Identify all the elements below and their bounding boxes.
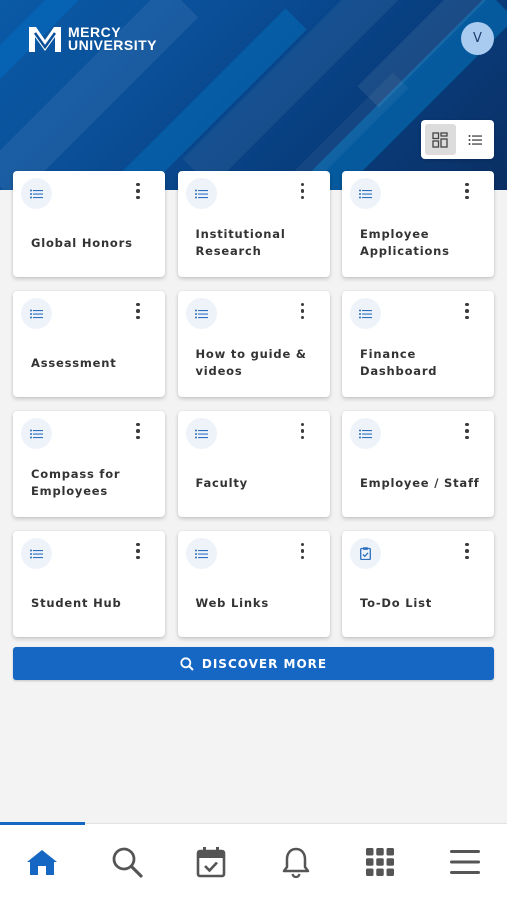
more-options-icon[interactable] — [460, 539, 474, 563]
bell-icon — [282, 847, 309, 878]
more-options-icon[interactable] — [296, 419, 310, 443]
list-icon — [194, 549, 208, 558]
nav-apps[interactable] — [350, 832, 410, 892]
tile-card[interactable]: Employee / Staff — [342, 411, 494, 517]
more-options-icon[interactable] — [131, 539, 145, 563]
tile-icon-badge — [185, 538, 217, 569]
tile-card[interactable]: Student Hub — [13, 531, 165, 637]
nav-home[interactable] — [12, 832, 72, 892]
menu-icon — [449, 850, 480, 874]
calendar-check-icon — [196, 847, 226, 878]
tile-label: Global Honors — [31, 235, 133, 250]
tile-icon-badge — [350, 178, 381, 209]
tile-icon-badge — [21, 538, 52, 569]
tile-card[interactable]: Employee Applications — [342, 171, 494, 277]
tile-card[interactable]: Global Honors — [13, 171, 165, 277]
tile-label: Assessment — [31, 355, 117, 370]
nav-menu[interactable] — [435, 832, 495, 892]
tile-icon-badge — [185, 298, 217, 329]
list-icon — [194, 429, 208, 438]
discover-more-label: DISCOVER MORE — [201, 656, 328, 671]
tile-card[interactable]: How to guide & videos — [177, 291, 330, 397]
tile-icon-badge — [21, 298, 52, 329]
more-options-icon[interactable] — [131, 299, 145, 323]
tile-card[interactable]: Faculty — [177, 411, 330, 517]
tile-label: Student Hub — [31, 595, 122, 610]
more-options-icon[interactable] — [460, 419, 474, 443]
bottom-navigation — [0, 822, 507, 900]
user-avatar[interactable]: V — [461, 22, 494, 55]
tile-grid: Global Honors Institutional Research Emp… — [13, 171, 494, 637]
nav-calendar[interactable] — [181, 832, 241, 892]
tile-card[interactable]: Institutional Research — [177, 171, 330, 277]
list-icon — [359, 309, 372, 318]
tile-label: Employee Applications — [360, 227, 450, 258]
search-icon — [180, 656, 194, 671]
active-tab-indicator — [0, 822, 85, 825]
more-options-icon[interactable] — [296, 299, 310, 323]
grid-view-button[interactable] — [425, 124, 456, 155]
tile-label: How to guide & videos — [195, 347, 307, 378]
list-icon — [30, 309, 43, 318]
mercy-m-logo-icon — [29, 27, 61, 52]
home-icon — [27, 850, 58, 875]
view-toggle — [421, 120, 494, 159]
tile-label: Compass for Employees — [31, 467, 121, 498]
more-options-icon[interactable] — [296, 179, 310, 203]
more-options-icon[interactable] — [131, 179, 145, 203]
tile-icon-badge — [350, 418, 381, 449]
tile-icon-badge — [21, 178, 52, 209]
tile-card[interactable]: Web Links — [177, 531, 330, 637]
tile-icon-badge — [185, 418, 217, 449]
tile-card[interactable]: Finance Dashboard — [342, 291, 494, 397]
tile-card[interactable]: Assessment — [13, 291, 165, 397]
more-options-icon[interactable] — [131, 419, 145, 443]
tile-label: Employee / Staff — [360, 475, 480, 490]
nav-notifications[interactable] — [266, 832, 326, 892]
tile-label: To-Do List — [360, 595, 433, 610]
list-icon — [194, 189, 208, 198]
discover-more-button[interactable]: DISCOVER MORE — [13, 647, 494, 680]
list-icon — [359, 189, 372, 198]
clipboard-check-icon — [360, 547, 371, 560]
list-icon — [30, 549, 43, 558]
tile-card[interactable]: Compass for Employees — [13, 411, 165, 517]
tile-label: Institutional Research — [195, 227, 286, 258]
more-options-icon[interactable] — [460, 179, 474, 203]
search-icon — [112, 847, 143, 878]
tile-label: Web Links — [195, 595, 269, 610]
list-icon — [359, 429, 372, 438]
more-options-icon[interactable] — [296, 539, 310, 563]
list-view-button[interactable] — [460, 124, 491, 155]
grid-view-icon — [432, 131, 448, 148]
tile-label: Finance Dashboard — [360, 347, 438, 378]
tile-icon-badge — [350, 538, 381, 569]
tile-icon-badge — [350, 298, 381, 329]
tile-card[interactable]: To-Do List — [342, 531, 494, 637]
tile-icon-badge — [185, 178, 217, 209]
apps-grid-icon — [366, 848, 395, 876]
logo-line-2: UNIVERSITY — [68, 37, 158, 53]
tile-label: Faculty — [195, 475, 248, 490]
tile-icon-badge — [21, 418, 52, 449]
more-options-icon[interactable] — [460, 299, 474, 323]
list-icon — [194, 309, 208, 318]
logo-wordmark: MERCY UNIVERSITY — [68, 25, 158, 53]
list-view-icon — [468, 134, 482, 145]
header-banner: MERCY UNIVERSITY V — [0, 0, 507, 190]
list-icon — [30, 429, 43, 438]
nav-search[interactable] — [97, 832, 157, 892]
university-logo: MERCY UNIVERSITY — [28, 25, 157, 53]
list-icon — [30, 189, 43, 198]
